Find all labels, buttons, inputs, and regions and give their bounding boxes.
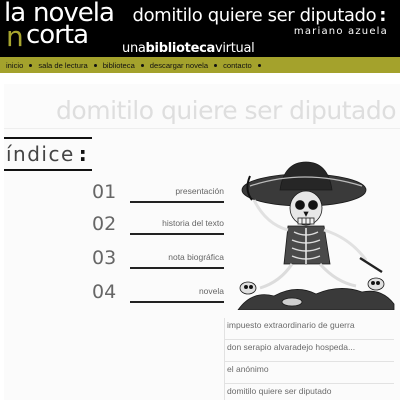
chapter-link[interactable]: impuesto extraordinario de guerra <box>224 318 394 340</box>
toc-item: 03 nota biográfica <box>92 247 224 269</box>
nav-separator-dot <box>257 63 261 67</box>
nav-separator-dot <box>214 63 218 67</box>
chapter-link[interactable]: domitilo quiere ser diputado <box>224 384 394 400</box>
divider <box>4 169 92 171</box>
toc-link-novela[interactable]: novela <box>199 286 224 296</box>
calavera-illustration <box>237 161 395 310</box>
toc-number: 02 <box>92 213 117 235</box>
nav-descargar-novela[interactable]: descargar novela <box>150 61 208 70</box>
nav-separator-dot <box>29 63 33 67</box>
nav-inicio[interactable]: inicio <box>6 61 23 70</box>
toc-link-historia-del-texto[interactable]: historia del texto <box>162 218 224 228</box>
logo-text-corta[interactable]: corta <box>26 20 89 50</box>
toc-link-presentacion[interactable]: presentación <box>175 186 224 196</box>
main-nav: inicio sala de lectura biblioteca descar… <box>0 57 400 73</box>
divider <box>130 201 224 203</box>
toc-item: 02 historia del texto <box>92 213 224 235</box>
nav-separator-dot <box>140 63 144 67</box>
logo-accent-letter: n <box>6 20 24 53</box>
divider <box>130 233 224 235</box>
chapter-list: impuesto extraordinario de guerra don se… <box>224 318 394 400</box>
toc-item: 04 novela <box>92 281 224 303</box>
indice-heading: índice: <box>6 142 89 166</box>
nav-biblioteca[interactable]: biblioteca <box>103 61 135 70</box>
chapter-link[interactable]: el anónimo <box>224 362 394 384</box>
nav-sala-de-lectura[interactable]: sala de lectura <box>38 61 87 70</box>
divider <box>4 128 400 129</box>
divider <box>130 301 224 303</box>
site-header: la novela n corta unabibliotecavirtual d… <box>0 0 400 57</box>
toc-number: 03 <box>92 247 117 269</box>
toc-number: 04 <box>92 281 117 303</box>
book-author: mariano azuela <box>293 26 388 37</box>
toc-number: 01 <box>92 181 117 203</box>
nav-contacto[interactable]: contacto <box>223 61 252 70</box>
nav-separator-dot <box>93 63 97 67</box>
site-tagline: unabibliotecavirtual <box>122 41 255 56</box>
toc-item: 01 presentación <box>92 181 224 203</box>
divider <box>130 267 224 269</box>
page-title: domitilo quiere ser diputado <box>56 96 396 125</box>
chapter-link[interactable]: don serapio alvaradejo hospeda... <box>224 340 394 362</box>
book-title: domitilo quiere ser diputado: <box>132 5 387 26</box>
toc-link-nota-biografica[interactable]: nota biográfica <box>168 252 224 262</box>
divider <box>4 137 92 139</box>
